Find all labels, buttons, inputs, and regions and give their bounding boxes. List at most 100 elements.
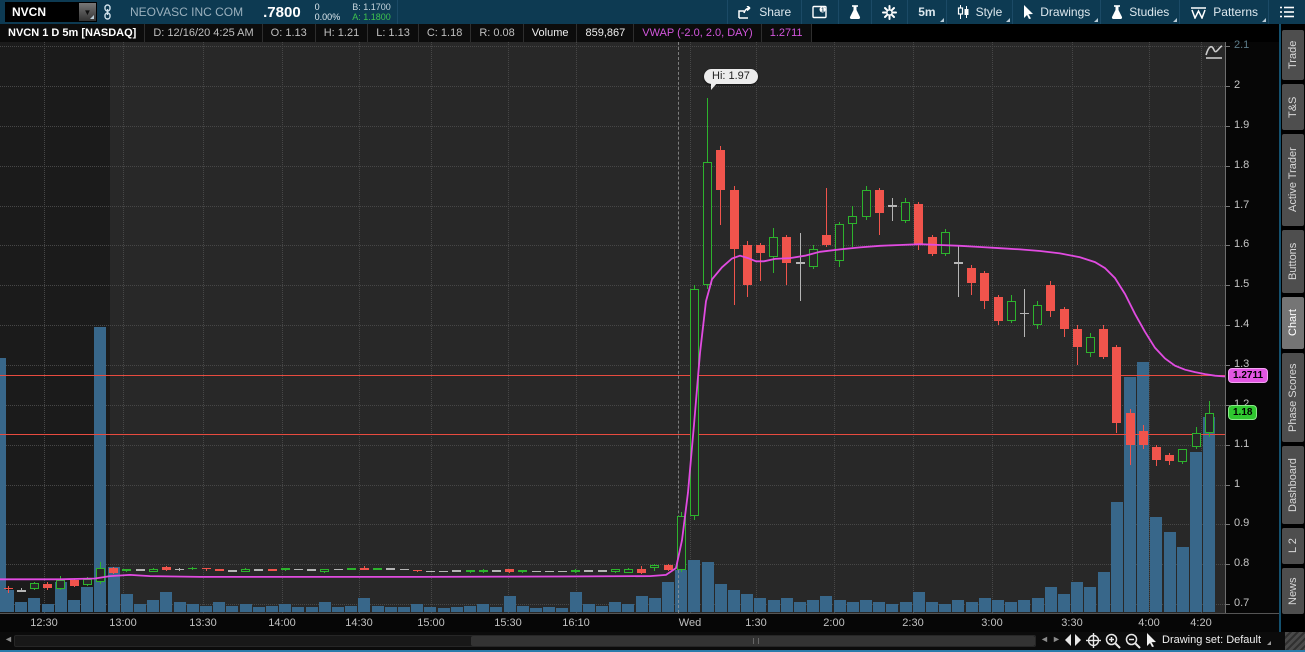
vwap-study-label[interactable]: VWAP (-2.0, 2.0, DAY) [634,24,762,42]
time-axis-label: 2:00 [823,617,845,629]
price-axis[interactable]: 1.2711 1.18 2.1 2 1.9 1.8 1.7 1.6 1.5 1.4 1.3 1.2… [1225,39,1279,632]
crosshair-icon[interactable] [1086,633,1101,648]
drawing-set-selector[interactable]: Drawing set: Default [1162,634,1272,646]
svg-text:1: 1 [821,8,824,14]
bid-ask-stack: B: 1.1700 A: 1.1800 [346,2,397,22]
time-axis-label: 15:00 [417,617,445,629]
bar-datetime: D: 12/16/20 4:25 AM [145,24,263,42]
alerts-flask-icon [850,4,861,19]
price-axis-tick [1226,165,1230,167]
chart-status-bar: ◄ ◄ ► Drawing set: Default [0,632,1305,650]
sidebar-tab-buttons[interactable]: Buttons [1282,230,1304,293]
price-axis-tick [1226,364,1230,366]
time-axis-label: 13:30 [189,617,217,629]
style-label: Style [975,5,1003,19]
thinkorswim-window: NVCN ▼ NEOVASC INC COM .7800 0 0.00% B: … [0,0,1305,652]
price-axis-label: 2 [1234,79,1241,91]
settings-gear-icon [882,4,898,20]
studies-label: Studies [1129,5,1170,19]
volume-value: 859,867 [577,24,635,42]
timeframe-button[interactable]: 5m [908,0,945,24]
right-gadget-tabs: Trade T&S Active Trader Buttons Chart Phase S… [1281,24,1305,632]
chart-header: NVCN 1 D 5m [NASDAQ] D: 12/16/20 4:25 AM… [0,24,1281,42]
time-axis-label: 4:20 [1190,617,1212,629]
price-axis-label: 1.8 [1234,158,1250,171]
price-axis-tick [1226,484,1230,486]
price-axis-tick [1226,46,1230,48]
price-axis-tick [1226,125,1230,127]
symbol-dropdown-button[interactable]: ▼ [79,3,96,21]
price-axis-label: 0.8 [1234,557,1250,570]
zoom-out-icon[interactable] [1125,633,1141,649]
menu-icon [1280,6,1294,18]
price-axis-tick [1226,285,1230,287]
zoom-in-icon[interactable] [1105,633,1121,649]
change-percent: 0.00% [314,12,341,22]
drawings-button[interactable]: Drawings [1013,0,1100,24]
price-axis-tick [1226,245,1230,247]
scroll-step-right[interactable]: ► [1052,634,1061,644]
price-axis-label: 1.4 [1234,318,1250,331]
time-axis-label: 1:30 [745,617,767,629]
price-axis-label: 1.7 [1234,198,1250,211]
candlestick-icon [957,5,969,19]
patterns-button[interactable]: Patterns [1180,0,1268,24]
drawings-label: Drawings [1040,5,1091,19]
bar-close: C: 1.18 [418,24,472,42]
link-icon [104,4,111,20]
time-axis-label: 3:00 [981,617,1003,629]
sidebar-tab-dashboard[interactable]: Dashboard [1282,446,1304,524]
symbol-link-button[interactable] [97,0,118,24]
symbol-value[interactable]: NVCN [6,5,79,19]
price-axis-label: 1 [1234,477,1241,490]
scrollbar-grip [753,638,759,644]
symbol-input[interactable]: NVCN ▼ [5,2,97,22]
price-axis-label: 1.1 [1234,437,1250,450]
time-axis[interactable]: 12:30 13:00 13:30 14:00 14:30 15:00 15:30 16:10… [0,613,1281,632]
studies-button[interactable]: Studies [1101,0,1179,24]
resize-grip[interactable] [1285,632,1305,650]
time-axis-label: 13:00 [109,617,137,629]
cursor-tool-icon[interactable] [1146,633,1157,647]
sidebar-tab-l-2[interactable]: L 2 [1282,528,1304,564]
chart-scrollbar[interactable] [14,635,1036,647]
vwap-price-bubble: 1.2711 [1228,368,1269,384]
last-price: .7800 [263,3,301,21]
volume-label: Volume [523,24,578,42]
bar-open: O: 1.13 [262,24,316,42]
sidebar-tab-trade[interactable]: Trade [1282,30,1304,80]
price-axis-tick [1226,604,1230,605]
price-axis-label: 1.6 [1234,238,1250,251]
change-stack: 0 0.00% [309,2,347,22]
analyze-button[interactable] [839,0,871,24]
economic-events-button[interactable]: 1 [802,0,838,24]
wave-icon[interactable] [1203,43,1225,63]
last-price-bubble: 1.18 [1228,404,1258,420]
patterns-icon [1191,6,1207,19]
bar-high: H: 1.21 [315,24,369,42]
timeframe-label: 5m [918,5,936,19]
ask-value: A: 1.1800 [352,12,391,22]
chart-settings-button[interactable] [872,0,907,24]
sidebar-tab-active-trader[interactable]: Active Trader [1282,134,1304,226]
share-button[interactable]: Share [728,0,801,24]
chart-title: NVCN 1 D 5m [NASDAQ] [0,24,146,42]
chart-menu-button[interactable] [1269,0,1305,24]
price-axis-label: 0.7 [1234,597,1250,609]
time-axis-label: Wed [678,617,702,629]
time-axis-label: 16:10 [562,617,590,629]
sidebar-tab-phase-scores[interactable]: Phase Scores [1282,353,1304,442]
scroll-left-arrow[interactable]: ◄ [4,634,13,644]
sidebar-tab-t-s[interactable]: T&S [1282,84,1304,130]
sidebar-tab-chart[interactable]: Chart [1282,297,1304,349]
cursor-icon [1024,5,1034,19]
time-axis-label: 2:30 [902,617,924,629]
vwap-study-value: 1.2711 [761,24,812,42]
scrollbar-thumb[interactable] [471,636,1035,646]
chart-plot-area[interactable]: Hi: 1.97 [0,42,1225,613]
sidebar-tab-news[interactable]: News [1282,568,1304,614]
time-axis-label: 15:30 [494,617,522,629]
style-button[interactable]: Style [947,0,1013,24]
scroll-step-left[interactable]: ◄ [1040,634,1049,644]
pan-icon[interactable] [1064,633,1082,647]
